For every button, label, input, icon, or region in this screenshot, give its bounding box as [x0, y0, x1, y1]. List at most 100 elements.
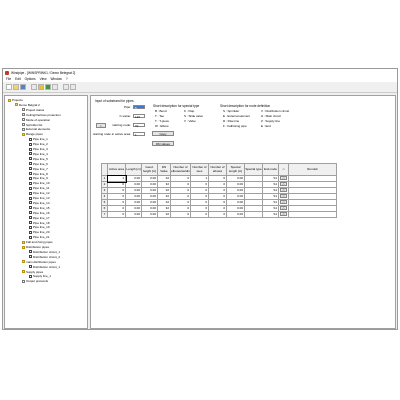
dn-values-button[interactable]: DN values — [152, 141, 174, 146]
tree-item[interactable]: Distribution pipes — [22, 245, 49, 249]
tree-item[interactable]: Pipe line_20 — [29, 230, 50, 234]
tree-item[interactable]: Distribution circuit_1 — [29, 265, 60, 269]
row-arrow-button[interactable]: -> — [280, 194, 287, 198]
cell-geod-height[interactable]: 0.00 — [141, 211, 158, 218]
grid-header-special-length[interactable]: Special length [m] — [226, 163, 245, 176]
tree-item-label: Ceiling/Vertices protection — [26, 112, 61, 117]
tree-item[interactable]: Demo Belgrat 2 — [15, 103, 40, 107]
cell-remark[interactable] — [288, 211, 337, 218]
tree-item[interactable]: Supply pipes — [22, 270, 43, 274]
save-icon[interactable] — [20, 84, 26, 90]
grid-header-special-type[interactable]: Special type — [244, 163, 263, 176]
tree-item[interactable]: Projects — [8, 98, 23, 102]
special-type-item: V : Valve — [184, 119, 196, 123]
tree-item[interactable]: Pipe line_21 — [29, 235, 50, 239]
cvalue-field[interactable]: 120 — [133, 113, 145, 118]
tree-item[interactable]: Pipe line_4 — [29, 152, 48, 156]
tree-item[interactable]: Pipe line_19 — [29, 225, 50, 229]
tree-item[interactable]: Pipe line_10 — [29, 181, 50, 185]
node-code-item: F : Fall/rising pipe — [223, 124, 247, 128]
tree-item[interactable]: Mode of operation — [22, 118, 50, 122]
tree-item[interactable]: Pipe line_3 — [29, 147, 48, 151]
arrow-button[interactable]: <- — [96, 122, 106, 128]
tree-item[interactable]: External elements — [22, 127, 50, 131]
grid-header-tees[interactable]: Number of tees — [190, 163, 209, 176]
row-arrow-button[interactable]: -> — [280, 182, 287, 186]
menu-view[interactable]: View — [40, 77, 47, 81]
tree-item-label: Demo Belgrat 2 — [19, 102, 40, 107]
tree-item[interactable]: Pipe line_9 — [29, 176, 48, 180]
tree-item[interactable]: Range pipes — [22, 132, 43, 136]
grid-header-end-node[interactable]: End-node — [262, 163, 279, 176]
print-icon[interactable] — [31, 84, 37, 90]
new-icon[interactable] — [6, 84, 12, 90]
tree-item[interactable]: Pipe line_1 — [29, 137, 48, 141]
starting-node-field[interactable]: V1 — [133, 122, 145, 127]
tree-item[interactable]: Pipe line_17 — [29, 216, 50, 220]
open-icon[interactable] — [13, 84, 19, 90]
grid-header-active[interactable]: Active area — [107, 163, 126, 176]
info-icon[interactable] — [70, 84, 76, 90]
tree-item-label: Distribution circuit_1 — [33, 264, 61, 269]
tree-item[interactable]: Pipe line_5 — [29, 157, 48, 161]
cell-special-type[interactable] — [244, 211, 263, 218]
grid-header-elbows[interactable]: Number of elbows — [208, 163, 227, 176]
chart-icon[interactable] — [52, 84, 58, 90]
tree-item[interactable]: Ceiling/Vertices protection — [22, 113, 61, 117]
tree-item[interactable]: Pipe line_8 — [29, 172, 48, 176]
grid-header-arrow[interactable]: -> — [278, 163, 289, 176]
row-arrow-button[interactable]: -> — [280, 200, 287, 204]
tree-item[interactable]: Project status — [22, 108, 44, 112]
menu-edit[interactable]: Edit — [15, 77, 21, 81]
sprinkler-icon[interactable] — [45, 84, 51, 90]
sprinkler-active-field[interactable]: 1 — [133, 131, 145, 136]
tree-item[interactable]: Pipe line_6 — [29, 162, 48, 166]
tree-item[interactable]: Distribution circuit_2 — [29, 255, 60, 259]
grid-header-elbows-weld[interactable]: Number of elbows/weldin — [170, 163, 191, 176]
tree-item[interactable]: Pipe line_2 — [29, 142, 48, 146]
cell-elbows[interactable]: 0 — [208, 211, 227, 218]
tree-item[interactable]: Pipe line_14 — [29, 201, 50, 205]
doc-icon — [22, 279, 25, 283]
row-arrow-button[interactable]: -> — [280, 206, 287, 210]
tree-item[interactable]: Pipe line_15 — [29, 206, 50, 210]
starting-node-label: starting node: — [112, 123, 131, 127]
cell-elbows-weld[interactable]: 0 — [170, 211, 191, 218]
table-row[interactable]: 7 0 3.00 0.00 32 0 0 0 0.00 S1 -> — [101, 211, 337, 218]
grid-header-dn[interactable]: DN Value — [157, 163, 171, 176]
grid-header-remark[interactable]: Remark — [288, 163, 337, 176]
pipe-icon — [29, 191, 32, 195]
grid-header-geod[interactable]: Geod. height [m] — [141, 163, 158, 176]
tree-item[interactable]: Output protocols — [22, 279, 48, 283]
cell-dn[interactable]: 32 — [157, 211, 171, 218]
tree-item[interactable]: Pipe line_18 — [29, 221, 50, 225]
tree-item[interactable]: Pipe line_16 — [29, 211, 50, 215]
cell-arrow-button[interactable]: -> — [278, 211, 289, 218]
grid-header-length[interactable]: Length [m] — [125, 163, 142, 176]
cell-active[interactable]: 0 — [107, 211, 126, 218]
tree-item[interactable]: Pipe line_11 — [29, 186, 49, 190]
cell-end-node[interactable]: S1 — [262, 211, 279, 218]
tree-item[interactable]: Distribution circuit_1 — [29, 250, 60, 254]
menu-window[interactable]: Window — [51, 77, 62, 81]
tree-item[interactable]: Sprinkler list — [22, 123, 42, 127]
cell-special-length[interactable]: 0.00 — [226, 211, 245, 218]
row-arrow-button[interactable]: -> — [280, 212, 287, 216]
menu-help[interactable]: ? — [66, 77, 68, 81]
cell-length[interactable]: 3.00 — [125, 211, 142, 218]
tree-item[interactable]: Supply line_1 — [29, 274, 51, 278]
tree-item[interactable]: Fall and rising pipes — [22, 240, 53, 244]
menu-options[interactable]: Options — [25, 77, 36, 81]
tree-item[interactable]: Pipe line_13 — [29, 196, 50, 200]
row-arrow-button[interactable]: -> — [280, 176, 287, 180]
pipe-field[interactable]: 5 — [133, 104, 145, 109]
row-arrow-button[interactable]: -> — [280, 188, 287, 192]
tree-item[interactable]: main distribution pipes — [22, 260, 56, 264]
tree-item[interactable]: Pipe line_12 — [29, 191, 50, 195]
help-icon[interactable] — [63, 84, 69, 90]
tree-item[interactable]: Pipe line_7 — [29, 167, 48, 171]
cell-tees[interactable]: 0 — [190, 211, 209, 218]
menu-file[interactable]: File — [6, 77, 11, 81]
copy-button[interactable]: Copy — [152, 131, 174, 136]
calculate-icon[interactable] — [38, 84, 44, 90]
